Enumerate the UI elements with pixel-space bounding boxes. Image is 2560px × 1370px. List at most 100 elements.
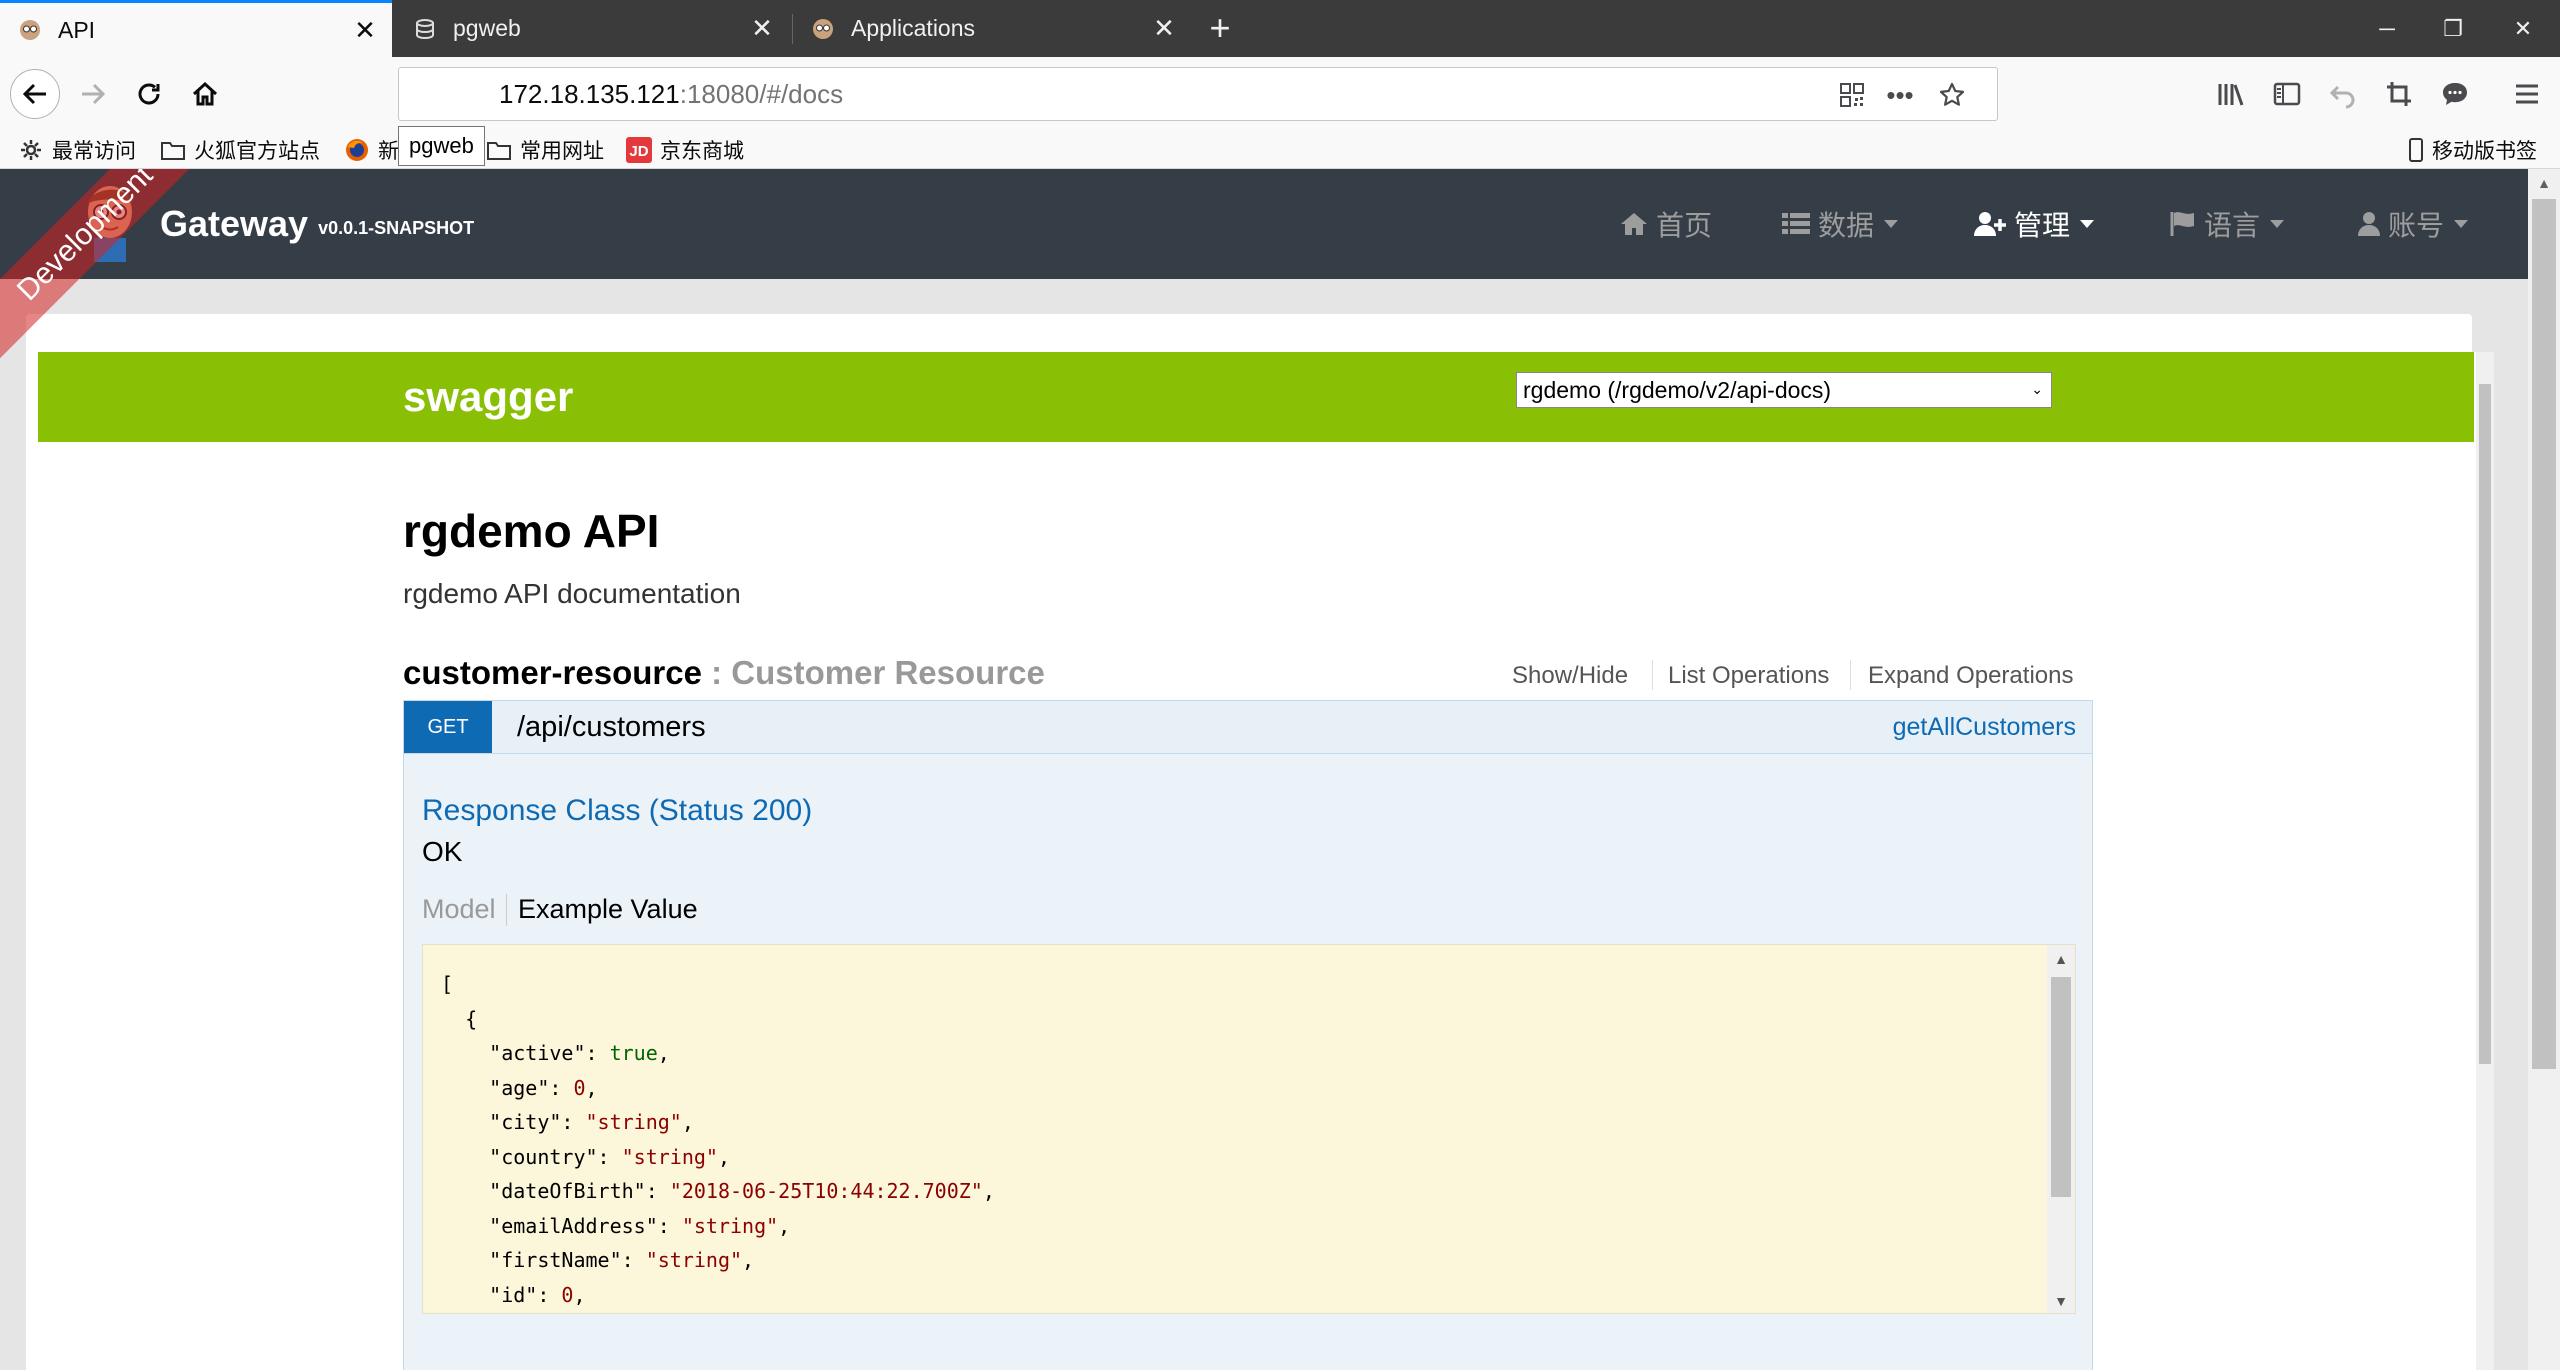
gear-icon	[18, 137, 44, 163]
caret-down-icon	[1884, 220, 1899, 228]
api-spec-select[interactable]: rgdemo (/rgdemo/v2/api-docs) ⌄	[1516, 372, 2052, 408]
example-json: [ { "active": true, "age": 0, "city": "s…	[441, 967, 995, 1312]
show-hide-link[interactable]: Show/Hide	[1512, 662, 1628, 690]
chevron-up-icon[interactable]: ▲	[2047, 945, 2075, 973]
home-button[interactable]	[180, 69, 230, 119]
select-value: rgdemo (/rgdemo/v2/api-docs)	[1523, 376, 1832, 403]
resource-description: : Customer Resource	[701, 654, 1045, 691]
close-icon[interactable]: ✕	[747, 13, 777, 44]
reload-button[interactable]	[124, 69, 174, 119]
frame-scrollbar[interactable]	[2476, 352, 2494, 1370]
url-text[interactable]: 172.18.135.121:18080/#/docs	[499, 79, 843, 110]
hamburger-menu-icon[interactable]	[2508, 75, 2546, 113]
chat-icon[interactable]	[2436, 75, 2474, 113]
chevron-down-icon: ⌄	[2031, 381, 2043, 397]
api-title: rgdemo API	[403, 505, 660, 557]
app-title: Gateway	[160, 203, 309, 244]
bookmark-common-urls[interactable]: 常用网址	[486, 131, 604, 169]
user-plus-icon	[1974, 211, 2006, 237]
screenshot-icon[interactable]	[2380, 75, 2418, 113]
resource-heading[interactable]: customer-resource : Customer Resource	[403, 654, 1045, 692]
minimize-button[interactable]: ─	[2354, 0, 2420, 57]
scrollbar-thumb[interactable]	[2532, 199, 2556, 1069]
url-bar[interactable]: 172.18.135.121:18080/#/docs •••	[398, 67, 1998, 121]
close-icon[interactable]: ✕	[1149, 13, 1179, 44]
bookmark-most-visited[interactable]: 最常访问	[18, 131, 136, 169]
page-actions-icon[interactable]: •••	[1883, 78, 1917, 112]
swagger-logo[interactable]: swagger	[403, 352, 573, 442]
bookmarks-toolbar: 最常访问 火狐官方站点 新手上路 常用网址 JD 京东商城 移动版书签	[0, 131, 2560, 169]
library-icon[interactable]	[2212, 75, 2250, 113]
sidebar-icon[interactable]	[2268, 75, 2306, 113]
menu-label: 数据	[1818, 210, 1875, 241]
menu-admin[interactable]: 管理	[1974, 169, 2095, 279]
tab-title: API	[58, 16, 96, 43]
page-scrollbar[interactable]: ▲	[2528, 169, 2560, 1370]
tab-api[interactable]: API ✕	[0, 0, 392, 57]
operation-path[interactable]: /api/customers	[517, 711, 706, 744]
qr-code-icon[interactable]	[1835, 78, 1869, 112]
menu-data[interactable]: 数据	[1782, 169, 1899, 279]
json-line: "age": 0,	[441, 1075, 598, 1100]
app-favicon-icon	[811, 17, 835, 41]
swagger-frame: swagger rgdemo (/rgdemo/v2/api-docs) ⌄ r…	[38, 352, 2494, 1370]
divider	[1652, 660, 1653, 690]
http-method-badge[interactable]: GET	[404, 701, 492, 753]
home-icon	[1620, 211, 1648, 237]
menu-account[interactable]: 账号	[2358, 169, 2469, 279]
menu-label: 首页	[1656, 210, 1713, 241]
resource-name[interactable]: customer-resource	[403, 654, 702, 691]
tab-pgweb[interactable]: pgweb ✕	[395, 0, 789, 57]
folder-icon	[486, 137, 512, 163]
bookmark-firefox-sites[interactable]: 火狐官方站点	[160, 131, 320, 169]
list-operations-link[interactable]: List Operations	[1668, 662, 1829, 690]
folder-icon	[160, 137, 186, 163]
restore-button[interactable]: ❐	[2420, 0, 2486, 57]
example-value-box[interactable]: [ { "active": true, "age": 0, "city": "s…	[422, 944, 2076, 1314]
tab-example-value[interactable]: Example Value	[518, 894, 698, 925]
tab-applications[interactable]: Applications ✕	[793, 0, 1191, 57]
menu-label: 管理	[2014, 210, 2071, 241]
menu-home[interactable]: 首页	[1620, 169, 1712, 279]
undo-icon[interactable]	[2324, 75, 2362, 113]
app-navbar: Gateway v0.0.1-SNAPSHOT 首页 数据 管理 语言 账号	[0, 169, 2528, 279]
json-line: "dateOfBirth": "2018-06-25T10:44:22.700Z…	[441, 1179, 995, 1203]
tab-model[interactable]: Model	[422, 894, 496, 925]
divider	[506, 894, 507, 926]
window-close-button[interactable]: ✕	[2490, 0, 2556, 57]
forward-button[interactable]	[68, 69, 118, 119]
response-class-heading: Response Class (Status 200)	[422, 794, 813, 827]
database-icon	[413, 17, 437, 41]
star-icon[interactable]	[1935, 78, 1969, 112]
scrollbar-thumb[interactable]	[2051, 977, 2071, 1197]
code-scrollbar[interactable]: ▲ ▼	[2047, 945, 2075, 1313]
bookmark-label: 移动版书签	[2432, 140, 2537, 163]
scrollbar-thumb[interactable]	[2479, 384, 2491, 1064]
firefox-icon	[344, 137, 370, 163]
json-line: "firstName": "string",	[441, 1248, 755, 1272]
expand-operations-link[interactable]: Expand Operations	[1868, 662, 2073, 690]
mobile-bookmarks[interactable]: 移动版书签	[2408, 131, 2537, 169]
tab-strip: API ✕ pgweb ✕ Applications ✕ + ─ ❐ ✕	[0, 0, 2560, 57]
menu-language[interactable]: 语言	[2170, 169, 2285, 279]
chevron-up-icon[interactable]: ▲	[2528, 169, 2560, 197]
tab-title: pgweb	[453, 15, 521, 41]
json-line: [	[441, 972, 454, 996]
jd-icon: JD	[626, 137, 652, 163]
home-icon	[192, 81, 218, 106]
new-tab-button[interactable]: +	[1200, 7, 1240, 48]
url-tooltip: pgweb	[398, 126, 485, 166]
back-button[interactable]	[10, 69, 60, 119]
caret-down-icon	[2454, 220, 2469, 228]
chevron-down-icon[interactable]: ▼	[2047, 1287, 2075, 1313]
close-icon[interactable]: ✕	[350, 15, 380, 45]
flag-icon	[2170, 211, 2196, 237]
caret-down-icon	[2080, 220, 2095, 228]
operation-heading[interactable]: GET /api/customers getAllCustomers	[403, 700, 2093, 754]
json-line: "emailAddress": "string",	[441, 1213, 791, 1238]
arrow-left-icon	[22, 83, 46, 105]
operation-summary[interactable]: getAllCustomers	[1893, 713, 2076, 742]
bookmark-jd[interactable]: JD 京东商城	[626, 131, 744, 169]
arrow-right-icon	[82, 83, 106, 105]
bookmark-label: 火狐官方站点	[194, 140, 320, 163]
